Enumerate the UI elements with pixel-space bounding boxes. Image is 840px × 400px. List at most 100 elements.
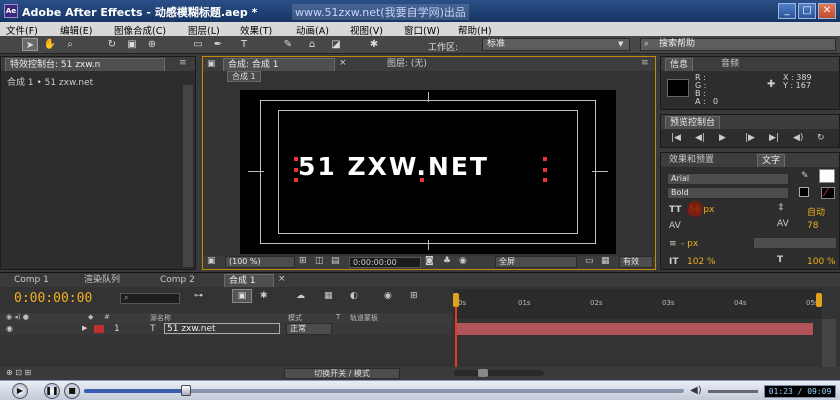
menu-edit[interactable]: 编辑(E) bbox=[60, 23, 92, 37]
close-tab-icon[interactable]: × bbox=[278, 274, 286, 284]
minimize-button[interactable]: _ bbox=[778, 3, 796, 19]
stroke-color-swatch[interactable] bbox=[821, 187, 835, 199]
last-frame-icon[interactable]: ▶| bbox=[769, 133, 779, 143]
play-button[interactable]: ▶ bbox=[12, 383, 28, 399]
layer-name[interactable]: 51 zxw.net bbox=[164, 323, 280, 334]
fill-color-swatch[interactable] bbox=[819, 169, 835, 183]
visibility-eye-icon[interactable]: ◉ bbox=[6, 324, 13, 333]
tab-render-queue[interactable]: 渲染队列 bbox=[80, 274, 124, 287]
black-swatch[interactable] bbox=[799, 187, 809, 197]
menu-layer[interactable]: 图层(L) bbox=[188, 23, 220, 37]
blend-mode-select[interactable]: 正常 bbox=[286, 323, 332, 335]
show-snapshot-icon[interactable]: ♣ bbox=[443, 256, 451, 266]
lock-icon[interactable]: ▣ bbox=[207, 59, 216, 69]
current-time-indicator[interactable] bbox=[455, 307, 457, 375]
vertical-scale-value[interactable]: 102 % bbox=[687, 257, 716, 267]
play-icon[interactable]: ▶ bbox=[719, 133, 726, 143]
panel-menu-icon[interactable]: ≡ bbox=[641, 58, 649, 68]
brainstorm-icon[interactable]: ⊞ bbox=[410, 291, 418, 301]
rotate-tool-icon[interactable]: ↻ bbox=[104, 38, 120, 51]
playback-progress[interactable] bbox=[84, 389, 684, 393]
rectangle-tool-icon[interactable]: ▭ bbox=[190, 38, 206, 51]
pen-tool-icon[interactable]: ✒ bbox=[210, 38, 226, 51]
panel-menu-icon[interactable]: ≡ bbox=[179, 58, 187, 68]
transparency-grid-icon[interactable]: ▦ bbox=[601, 256, 610, 266]
time-ruler[interactable] bbox=[454, 289, 822, 319]
eraser-tool-icon[interactable]: ◪ bbox=[328, 38, 344, 51]
transform-handle[interactable] bbox=[543, 178, 547, 182]
menu-window[interactable]: 窗口(W) bbox=[404, 23, 440, 37]
stop-button[interactable]: ■ bbox=[64, 383, 80, 399]
hide-shy-icon[interactable]: ☁ bbox=[296, 291, 305, 301]
first-frame-icon[interactable]: |◀ bbox=[671, 133, 681, 143]
tab-effects-presets[interactable]: 效果和预置 bbox=[665, 154, 718, 167]
maximize-button[interactable]: □ bbox=[798, 3, 816, 19]
grid-icon[interactable]: ⊞ bbox=[299, 256, 307, 266]
playback-knob[interactable] bbox=[181, 385, 191, 396]
menu-composition[interactable]: 图像合成(C) bbox=[114, 23, 166, 37]
zoom-select[interactable]: (100 %) bbox=[225, 256, 295, 268]
timeline-search-input[interactable] bbox=[120, 293, 180, 304]
frame-blending-icon[interactable]: ▦ bbox=[324, 291, 333, 301]
toggle-switches-modes-button[interactable]: 切换开关 / 模式 bbox=[284, 368, 400, 379]
tab-comp1[interactable]: Comp 1 bbox=[10, 274, 53, 287]
work-area-start-handle[interactable] bbox=[453, 293, 459, 307]
transform-handle[interactable] bbox=[294, 178, 298, 182]
tab-main-comp[interactable]: 合成 1 bbox=[224, 274, 274, 287]
menu-effect[interactable]: 效果(T) bbox=[240, 23, 272, 37]
clone-stamp-tool-icon[interactable]: ⌂ bbox=[304, 38, 320, 51]
channel-icon[interactable]: ◉ bbox=[459, 256, 467, 266]
puppet-tool-icon[interactable]: ✱ bbox=[366, 38, 382, 51]
next-frame-icon[interactable]: |▶ bbox=[745, 133, 755, 143]
always-preview-icon[interactable]: ▣ bbox=[207, 256, 216, 266]
current-time-field[interactable]: 0:00:00:00 bbox=[349, 257, 421, 268]
stroke-order-select[interactable] bbox=[753, 237, 837, 249]
draft-3d-icon[interactable]: ✱ bbox=[260, 291, 268, 301]
audio-icon[interactable]: ◀) bbox=[793, 133, 803, 143]
region-of-interest-icon[interactable]: ▭ bbox=[585, 256, 594, 266]
volume-icon[interactable]: ◀) bbox=[690, 385, 702, 396]
pause-button[interactable]: ❚❚ bbox=[44, 383, 60, 399]
safe-zone-icon[interactable]: ▤ bbox=[331, 256, 340, 266]
layer-duration-bar[interactable] bbox=[457, 323, 813, 335]
eyedropper-icon[interactable]: ✎ bbox=[801, 171, 809, 181]
volume-slider[interactable] bbox=[708, 390, 758, 393]
composition-mini-flowchart-icon[interactable]: ⊶ bbox=[194, 291, 203, 301]
anchor-point-handle[interactable] bbox=[420, 178, 424, 182]
tab-effect-controls[interactable]: 特效控制台: 51 zxw.n bbox=[5, 58, 165, 71]
work-area-end-handle[interactable] bbox=[816, 293, 822, 307]
pan-behind-tool-icon[interactable]: ⊕ bbox=[144, 38, 160, 51]
font-style-select[interactable]: Bold bbox=[667, 187, 789, 199]
close-tab-icon[interactable]: × bbox=[339, 58, 347, 68]
stroke-width-value[interactable]: - px bbox=[681, 239, 698, 249]
tab-layer[interactable]: 图层: (无) bbox=[383, 58, 431, 71]
timeline-scrollbar[interactable] bbox=[822, 319, 836, 367]
view-option-select[interactable]: 有效 bbox=[619, 256, 653, 268]
motion-blur-icon[interactable]: ◐ bbox=[350, 291, 358, 301]
menu-help[interactable]: 帮助(H) bbox=[458, 23, 492, 37]
transform-handle[interactable] bbox=[294, 168, 298, 172]
layer-row[interactable]: ◉ ▶ 1 T 51 zxw.net 正常 bbox=[0, 323, 452, 335]
brush-tool-icon[interactable]: ✎ bbox=[280, 38, 296, 51]
text-tool-icon[interactable]: T bbox=[236, 38, 252, 51]
expand-triangle-icon[interactable]: ▶ bbox=[82, 324, 87, 332]
mask-icon[interactable]: ◫ bbox=[315, 256, 324, 266]
loop-icon[interactable]: ↻ bbox=[817, 133, 825, 143]
timeline-zoom-slider[interactable] bbox=[454, 370, 544, 376]
tab-composition[interactable]: 合成: 合成 1 bbox=[223, 58, 335, 71]
tab-audio[interactable]: 音频 bbox=[717, 58, 743, 71]
live-update-icon[interactable]: ▣ bbox=[232, 289, 252, 303]
menu-view[interactable]: 视图(V) bbox=[350, 23, 383, 37]
graph-editor-icon[interactable]: ◉ bbox=[384, 291, 392, 301]
camera-tool-icon[interactable]: ▣ bbox=[124, 38, 140, 51]
prev-frame-icon[interactable]: ◀| bbox=[695, 133, 705, 143]
layer-label-color[interactable] bbox=[94, 325, 104, 333]
composition-canvas[interactable]: 51 ZXW.NET bbox=[240, 90, 616, 254]
workspace-select[interactable]: 标准 bbox=[482, 38, 630, 51]
tab-info[interactable]: 信息 bbox=[665, 58, 694, 71]
font-family-select[interactable]: Arial bbox=[667, 173, 789, 185]
composition-text-layer[interactable]: 51 ZXW.NET bbox=[298, 152, 489, 181]
horizontal-scale-value[interactable]: 100 % bbox=[807, 257, 836, 267]
transform-handle[interactable] bbox=[543, 157, 547, 161]
menu-file[interactable]: 文件(F) bbox=[6, 23, 38, 37]
